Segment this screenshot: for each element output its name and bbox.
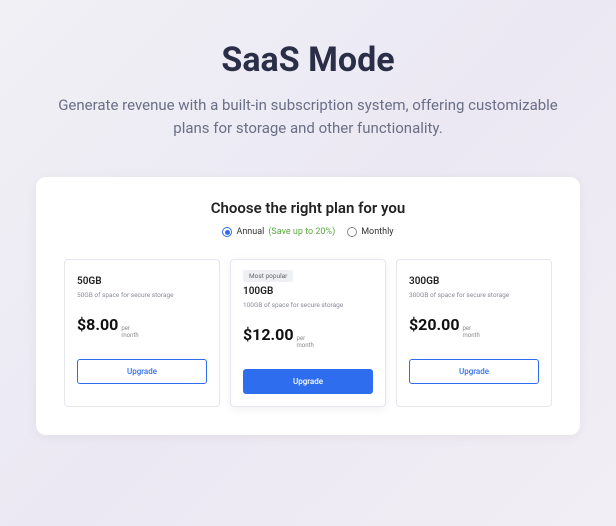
plan-100gb: Most popular 100GB 100GB of space for se… [230, 259, 386, 407]
plan-name: 100GB [243, 286, 373, 297]
page-title: SaaS Mode [30, 40, 586, 80]
price-value: $12.00 [243, 325, 294, 344]
plan-list: 50GB 50GB of space for secure storage $8… [64, 259, 552, 407]
card-title: Choose the right plan for you [64, 199, 552, 217]
radio-icon [347, 227, 357, 237]
plan-name: 300GB [409, 276, 539, 287]
plan-50gb: 50GB 50GB of space for secure storage $8… [64, 259, 220, 407]
plan-desc: 100GB of space for secure storage [243, 301, 373, 309]
billing-toggle: Annual (Save up to 20%) Monthly [64, 227, 552, 237]
toggle-monthly-label: Monthly [361, 227, 393, 237]
price-period: permonth [121, 326, 138, 339]
price-period: permonth [297, 336, 314, 349]
plan-desc: 50GB of space for secure storage [77, 291, 207, 299]
price-value: $20.00 [409, 315, 460, 334]
radio-icon [222, 227, 232, 237]
plan-name: 50GB [77, 276, 207, 287]
price: $12.00 permonth [243, 325, 373, 349]
pricing-card: Choose the right plan for you Annual (Sa… [36, 177, 580, 435]
popular-badge: Most popular [243, 270, 293, 282]
price: $20.00 permonth [409, 315, 539, 339]
price-period: permonth [463, 326, 480, 339]
upgrade-button[interactable]: Upgrade [77, 359, 207, 384]
plan-300gb: 300GB 300GB of space for secure storage … [396, 259, 552, 407]
price: $8.00 permonth [77, 315, 207, 339]
save-badge: (Save up to 20%) [268, 227, 335, 237]
upgrade-button[interactable]: Upgrade [243, 369, 373, 394]
plan-desc: 300GB of space for secure storage [409, 291, 539, 299]
toggle-monthly[interactable]: Monthly [347, 227, 393, 237]
price-value: $8.00 [77, 315, 118, 334]
toggle-annual[interactable]: Annual (Save up to 20%) [222, 227, 335, 237]
toggle-annual-label: Annual [236, 227, 264, 237]
page-subtitle: Generate revenue with a built-in subscri… [58, 94, 558, 139]
upgrade-button[interactable]: Upgrade [409, 359, 539, 384]
